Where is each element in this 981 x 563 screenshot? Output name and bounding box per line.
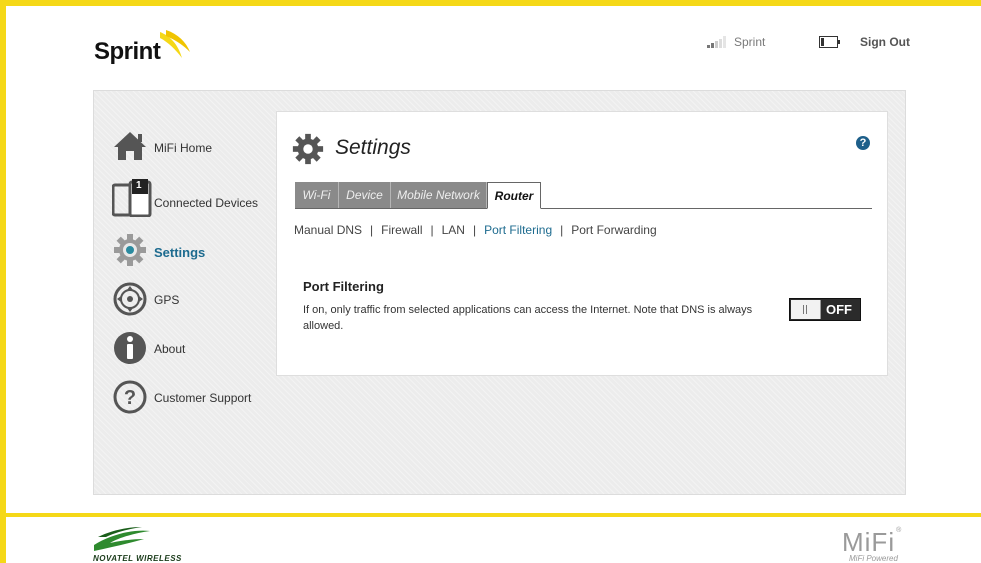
mifi-powered-text: MiFi Powered (849, 554, 898, 563)
connected-count-badge: 1 (136, 180, 142, 191)
settings-tabs: Wi-Fi Device Mobile Network Router (295, 182, 872, 209)
sidebar-item-mifi-home[interactable]: MiFi Home (112, 129, 272, 169)
sidebar-item-label: Settings (154, 245, 206, 260)
devices-icon (112, 179, 152, 217)
help-icon[interactable]: ? (856, 136, 870, 150)
subnav-separator: | (370, 223, 374, 237)
tab-mobile-network[interactable]: Mobile Network (391, 182, 487, 208)
battery-icon (819, 36, 840, 48)
tab-device[interactable]: Device (339, 182, 391, 208)
novatel-swoosh-icon (94, 527, 150, 551)
sidebar-item-label: Connected Devices (154, 196, 259, 210)
toggle-knob (791, 300, 821, 319)
left-accent-edge (0, 0, 6, 563)
sprint-logo-text: Sprint (94, 38, 161, 65)
sidebar-item-label: Customer Support (154, 391, 252, 405)
sign-out-link[interactable]: Sign Out (860, 35, 910, 49)
subnav-firewall[interactable]: Firewall (381, 223, 422, 237)
sidebar-item-connected-devices[interactable]: 1 Connected Devices (112, 179, 272, 219)
footer-accent-bar (0, 513, 981, 517)
tab-wifi[interactable]: Wi-Fi (295, 182, 339, 208)
sidebar-item-settings[interactable]: Settings (112, 232, 272, 272)
subnav-separator: | (472, 223, 477, 237)
port-filtering-toggle[interactable]: OFF (789, 298, 861, 321)
svg-text:?: ? (124, 387, 136, 409)
tab-router[interactable]: Router (487, 182, 541, 209)
top-accent-bar (0, 0, 981, 6)
settings-content-card: Settings ? Wi-Fi Device Mobile Network R… (276, 111, 888, 376)
gps-icon (113, 282, 147, 316)
mifi-logo-text: MiFi (842, 527, 896, 557)
subnav-separator: | (430, 223, 434, 237)
signal-strength-icon (707, 36, 726, 48)
port-filtering-heading: Port Filtering (303, 279, 384, 294)
registered-mark: ® (896, 527, 903, 534)
toggle-state-label: OFF (826, 302, 852, 317)
sidebar-item-gps[interactable]: GPS (112, 281, 272, 321)
subnav-port-forwarding[interactable]: Port Forwarding (571, 223, 656, 237)
sidebar-item-label: MiFi Home (154, 141, 213, 155)
info-icon (114, 332, 146, 364)
question-icon: ? (113, 380, 147, 414)
sprint-wings-icon (160, 30, 190, 58)
page-title: Settings (335, 136, 411, 159)
main-panel: MiFi Home 1 Connected Devices Settings G… (93, 90, 906, 495)
sidebar-item-customer-support[interactable]: ? Customer Support (112, 379, 272, 419)
subnav-port-filtering[interactable]: Port Filtering (484, 223, 552, 237)
router-subnav: Manual DNS | Firewall | LAN | Port Filtering | P… (294, 223, 657, 237)
port-filtering-description: If on, only traffic from selected applic… (303, 304, 753, 332)
home-icon (114, 132, 146, 160)
novatel-logo-text: NOVATEL WIRELESS (93, 554, 182, 563)
sidebar-item-label: About (154, 342, 186, 356)
novatel-wireless-logo: NOVATEL WIRELESS (92, 525, 181, 563)
sidebar-item-label: GPS (154, 293, 180, 307)
subnav-manual-dns[interactable]: Manual DNS (294, 223, 362, 237)
settings-gear-icon (292, 133, 324, 165)
carrier-name: Sprint (734, 35, 766, 49)
subnav-separator: | (560, 223, 564, 237)
gear-icon (114, 234, 146, 266)
sidebar-item-about[interactable]: About (112, 330, 272, 370)
subnav-lan[interactable]: LAN (442, 223, 465, 237)
